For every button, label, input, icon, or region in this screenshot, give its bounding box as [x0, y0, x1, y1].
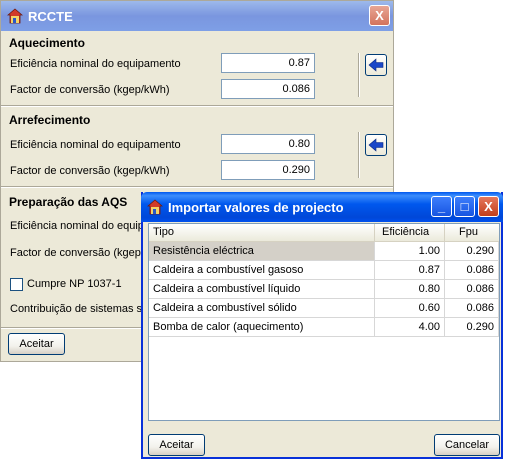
maximize-button[interactable]: □: [454, 196, 475, 217]
aceitar-button[interactable]: Aceitar: [148, 434, 205, 456]
cumpre-checkbox[interactable]: [10, 278, 23, 291]
cumpre-label: Cumpre NP 1037-1: [27, 278, 122, 290]
divider: [358, 53, 360, 97]
import-table: Tipo Eficiência Fpu Resistência eléctric…: [148, 223, 500, 421]
cell-fpu: 0.086: [445, 299, 499, 318]
aceitar-button[interactable]: Aceitar: [8, 333, 65, 355]
arrefecimento-factor-field[interactable]: 0.290: [221, 160, 315, 180]
cell-tipo: Resistência eléctrica: [149, 242, 375, 261]
aquecimento-eficiencia-field[interactable]: 0.87: [221, 53, 315, 73]
divider: [1, 105, 393, 107]
column-header-tipo[interactable]: Tipo: [149, 224, 375, 241]
aquecimento-factor-label: Factor de conversão (kgep/kWh): [10, 84, 170, 96]
arrefecimento-eficiencia-field[interactable]: 0.80: [221, 134, 315, 154]
import-dialog: Importar valores de projecto _ □ X Tipo …: [141, 192, 503, 459]
column-header-fpu[interactable]: Fpu: [445, 224, 499, 241]
import-aquecimento-button[interactable]: [365, 54, 387, 76]
dialog-titlebar[interactable]: Importar valores de projecto _ □ X: [141, 192, 503, 222]
section-arrefecimento-heading: Arrefecimento: [9, 113, 91, 127]
minimize-button[interactable]: _: [431, 196, 452, 217]
column-header-eficiencia[interactable]: Eficiência: [375, 224, 445, 241]
close-icon: X: [375, 8, 384, 23]
divider: [358, 132, 360, 178]
table-row[interactable]: Bomba de calor (aquecimento) 4.00 0.290: [149, 318, 499, 337]
maximize-icon: □: [460, 199, 469, 214]
cell-eficiencia: 1.00: [375, 242, 445, 261]
house-icon: [7, 8, 23, 24]
table-row[interactable]: Resistência eléctrica 1.00 0.290: [149, 242, 499, 261]
rccte-title: RCCTE: [28, 9, 73, 24]
table-row[interactable]: Caldeira a combustível sólido 0.60 0.086: [149, 299, 499, 318]
cell-tipo: Caldeira a combustível líquido: [149, 280, 375, 299]
table-row[interactable]: Caldeira a combustível gasoso 0.87 0.086: [149, 261, 499, 280]
divider: [1, 186, 393, 188]
cell-eficiencia: 4.00: [375, 318, 445, 337]
arrow-left-icon: [368, 138, 384, 152]
import-arrefecimento-button[interactable]: [365, 134, 387, 156]
cell-tipo: Caldeira a combustível gasoso: [149, 261, 375, 280]
table-header: Tipo Eficiência Fpu: [149, 224, 499, 242]
house-icon: [147, 199, 163, 215]
close-button[interactable]: X: [369, 5, 390, 26]
cell-fpu: 0.086: [445, 280, 499, 299]
aquecimento-eficiencia-label: Eficiência nominal do equipamento: [10, 58, 181, 70]
cell-eficiencia: 0.87: [375, 261, 445, 280]
section-aquecimento-heading: Aquecimento: [9, 36, 86, 50]
arrefecimento-eficiencia-label: Eficiência nominal do equipamento: [10, 139, 181, 151]
cell-eficiencia: 0.80: [375, 280, 445, 299]
cell-fpu: 0.290: [445, 318, 499, 337]
minimize-icon: _: [437, 199, 446, 214]
dialog-title: Importar valores de projecto: [168, 200, 344, 215]
close-button[interactable]: X: [478, 196, 499, 217]
cancelar-button[interactable]: Cancelar: [434, 434, 500, 456]
close-icon: X: [484, 199, 493, 214]
cell-fpu: 0.086: [445, 261, 499, 280]
cell-tipo: Caldeira a combustível sólido: [149, 299, 375, 318]
arrefecimento-factor-label: Factor de conversão (kgep/kWh): [10, 165, 170, 177]
arrow-left-icon: [368, 58, 384, 72]
aquecimento-factor-field[interactable]: 0.086: [221, 79, 315, 99]
section-aqs-heading: Preparação das AQS: [9, 195, 128, 209]
cell-tipo: Bomba de calor (aquecimento): [149, 318, 375, 337]
rccte-titlebar[interactable]: RCCTE X: [1, 1, 393, 31]
cell-fpu: 0.290: [445, 242, 499, 261]
table-row[interactable]: Caldeira a combustível líquido 0.80 0.086: [149, 280, 499, 299]
cell-eficiencia: 0.60: [375, 299, 445, 318]
